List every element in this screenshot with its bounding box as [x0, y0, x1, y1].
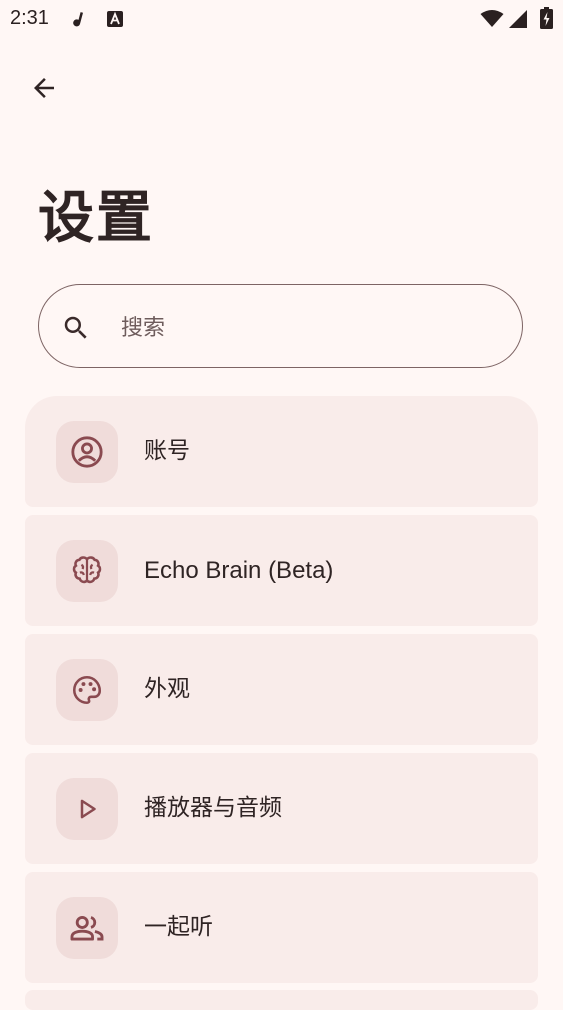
settings-item-player-audio[interactable]: 播放器与音频 [25, 753, 538, 864]
play-icon [80, 799, 96, 819]
font-a-icon [106, 10, 124, 32]
settings-item-label: Echo Brain (Beta) [144, 557, 334, 584]
brain-icon-container [56, 540, 118, 602]
settings-list: 账号 Echo Brain (Beta) 外观 播放器与音频 一起听 [25, 396, 538, 991]
settings-item-listen-together[interactable]: 一起听 [25, 872, 538, 983]
account-circle-icon [71, 436, 103, 468]
settings-item-partial[interactable] [25, 990, 538, 1010]
search-icon [64, 316, 87, 339]
brain-icon [72, 556, 102, 584]
music-note-icon [72, 10, 90, 34]
page-title: 设置 [38, 186, 154, 251]
settings-item-label: 外观 [144, 676, 190, 702]
palette-icon-container [56, 659, 118, 721]
people-icon-container [56, 897, 118, 959]
status-time: 2:31 [10, 7, 49, 29]
wifi-icon [480, 10, 504, 32]
account-icon-container [56, 421, 118, 483]
back-button[interactable] [22, 66, 66, 110]
arrow-left-icon [34, 78, 54, 98]
play-icon-container [56, 778, 118, 840]
settings-item-label: 账号 [144, 438, 190, 464]
people-icon [70, 915, 104, 941]
battery-charging-icon [540, 7, 553, 33]
search-box[interactable] [38, 284, 523, 368]
signal-icon [508, 9, 528, 33]
settings-item-label: 播放器与音频 [144, 795, 282, 821]
settings-item-echo-brain[interactable]: Echo Brain (Beta) [25, 515, 538, 626]
search-input[interactable] [119, 307, 503, 349]
status-bar: 2:31 [0, 0, 563, 38]
palette-icon [72, 675, 102, 705]
settings-item-label: 一起听 [144, 914, 213, 940]
settings-item-account[interactable]: 账号 [25, 396, 538, 507]
settings-item-appearance[interactable]: 外观 [25, 634, 538, 745]
